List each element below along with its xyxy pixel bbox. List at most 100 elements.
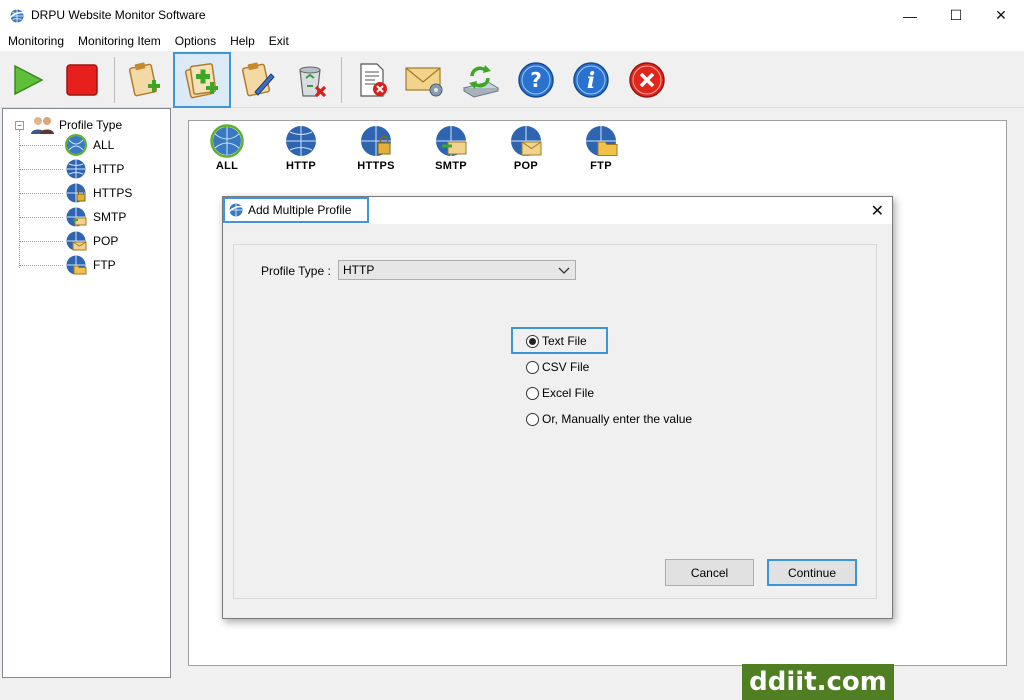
radio-excel-file[interactable]: Excel File	[526, 386, 594, 400]
minimize-button[interactable]: —	[887, 0, 933, 31]
profile-type-selected-value: HTTP	[343, 263, 375, 277]
menu-exit[interactable]: Exit	[262, 31, 296, 51]
radio-label: Excel File	[542, 386, 595, 400]
profile-type-ftp[interactable]: FTP	[571, 124, 631, 172]
globe-mail-icon	[66, 231, 87, 251]
menu-options[interactable]: Options	[168, 31, 223, 51]
about-button[interactable]: i	[565, 54, 617, 106]
help-icon: ?	[518, 62, 554, 98]
maximize-button[interactable]: ☐	[933, 0, 979, 31]
profile-type-label: HTTPS	[357, 160, 395, 172]
window-title: DRPU Website Monitor Software	[31, 8, 206, 22]
delete-profile-button[interactable]	[284, 54, 336, 106]
profile-type-https[interactable]: HTTPS	[346, 124, 406, 172]
tree-item-smtp[interactable]: SMTP	[19, 205, 126, 229]
globe-all-icon	[210, 124, 244, 158]
watermark: ddiit.com	[742, 664, 894, 700]
profile-type-http[interactable]: HTTP	[271, 124, 331, 172]
profile-type-field-label: Profile Type :	[261, 264, 331, 278]
svg-text:i: i	[587, 68, 595, 94]
tree-item-label: SMTP	[93, 210, 127, 224]
app-globe-icon	[9, 9, 25, 23]
profile-type-all[interactable]: ALL	[197, 124, 257, 172]
radio-button[interactable]	[526, 386, 539, 400]
toolbar-separator	[341, 57, 342, 103]
edit-profile-button[interactable]	[231, 54, 283, 106]
exit-button[interactable]	[621, 54, 673, 106]
start-monitoring-button[interactable]	[2, 54, 54, 106]
svg-text:?: ?	[530, 68, 542, 92]
tree-root-label: Profile Type	[59, 118, 123, 132]
menu-monitoring-item[interactable]: Monitoring Item	[71, 31, 168, 51]
help-button[interactable]: ?	[510, 54, 562, 106]
edit-profile-icon	[241, 62, 275, 97]
globe-all-icon	[65, 134, 87, 156]
tree-item-pop[interactable]: POP	[19, 229, 118, 253]
globe-lock-icon	[361, 126, 391, 156]
chevron-down-icon	[558, 267, 570, 274]
globe-icon	[286, 126, 316, 156]
tree-item-all[interactable]: ALL	[19, 133, 114, 157]
tree-item-https[interactable]: HTTPS	[19, 181, 132, 205]
profile-type-label: HTTP	[286, 160, 316, 172]
toolbar: ? i	[0, 51, 1024, 108]
add-profile-button[interactable]	[118, 54, 170, 106]
globe-folder-icon	[586, 126, 618, 156]
menu-bar: Monitoring Monitoring Item Options Help …	[0, 31, 1024, 51]
refresh-icon	[462, 65, 500, 98]
stop-icon	[66, 64, 98, 96]
app-globe-icon	[228, 203, 244, 217]
radio-button[interactable]	[526, 334, 539, 348]
title-bar: DRPU Website Monitor Software — ☐ ✕	[0, 0, 1024, 31]
play-icon	[14, 64, 44, 96]
radio-csv-file[interactable]: CSV File	[526, 360, 589, 374]
dialog-title: Add Multiple Profile	[248, 203, 352, 217]
radio-button[interactable]	[526, 360, 539, 374]
radio-text-file[interactable]: Text File	[526, 334, 587, 348]
tree-collapse-toggle[interactable]: −	[15, 120, 24, 130]
radio-button[interactable]	[526, 412, 539, 426]
email-settings-icon	[405, 67, 443, 97]
profile-type-pop[interactable]: POP	[496, 124, 556, 172]
exit-icon	[629, 62, 665, 98]
refresh-button[interactable]	[454, 54, 506, 106]
profile-type-label: FTP	[590, 160, 612, 172]
menu-monitoring[interactable]: Monitoring	[0, 31, 71, 51]
menu-help[interactable]: Help	[223, 31, 262, 51]
add-multiple-profile-dialog: Add Multiple Profile ✕ Profile Type : HT…	[222, 196, 893, 619]
tree-item-label: POP	[93, 234, 119, 248]
tree-root[interactable]: − Profile Type	[15, 115, 122, 135]
globe-mail-icon	[511, 126, 542, 156]
globe-send-icon	[66, 207, 87, 227]
add-multiple-profile-icon	[184, 63, 218, 99]
dialog-title-focus: Add Multiple Profile	[223, 197, 369, 223]
profile-type-smtp[interactable]: SMTP	[421, 124, 481, 172]
profile-type-label: SMTP	[435, 160, 467, 172]
profile-type-tree: − Profile Type ALL HTTP HTTPS SMTP POP F…	[2, 108, 171, 678]
profile-type-select[interactable]: HTTP	[338, 260, 576, 280]
tree-item-label: HTTP	[93, 162, 125, 176]
globe-lock-icon	[66, 183, 86, 203]
radio-label: Text File	[542, 334, 587, 348]
close-window-button[interactable]: ✕	[978, 0, 1024, 31]
globe-folder-icon	[66, 255, 87, 275]
radio-manual-entry[interactable]: Or, Manually enter the value	[526, 412, 692, 426]
tree-item-label: HTTPS	[93, 186, 133, 200]
info-icon: i	[573, 62, 609, 98]
toolbar-separator	[114, 57, 115, 103]
cancel-button[interactable]: Cancel	[665, 559, 754, 586]
add-profile-icon	[128, 62, 160, 97]
globe-send-icon	[436, 126, 467, 156]
profile-type-label: ALL	[215, 160, 239, 172]
profile-type-label: POP	[513, 160, 539, 172]
tree-item-ftp[interactable]: FTP	[19, 253, 116, 277]
recycle-bin-icon	[299, 66, 327, 98]
email-settings-button[interactable]	[398, 54, 450, 106]
tree-item-http[interactable]: HTTP	[19, 157, 124, 181]
stop-monitoring-button[interactable]	[56, 54, 108, 106]
radio-label: CSV File	[542, 360, 590, 374]
continue-button[interactable]: Continue	[767, 559, 857, 586]
dialog-close-button[interactable]: ✕	[871, 201, 884, 221]
add-multiple-profile-button[interactable]	[173, 52, 231, 108]
delete-report-button[interactable]	[345, 54, 397, 106]
